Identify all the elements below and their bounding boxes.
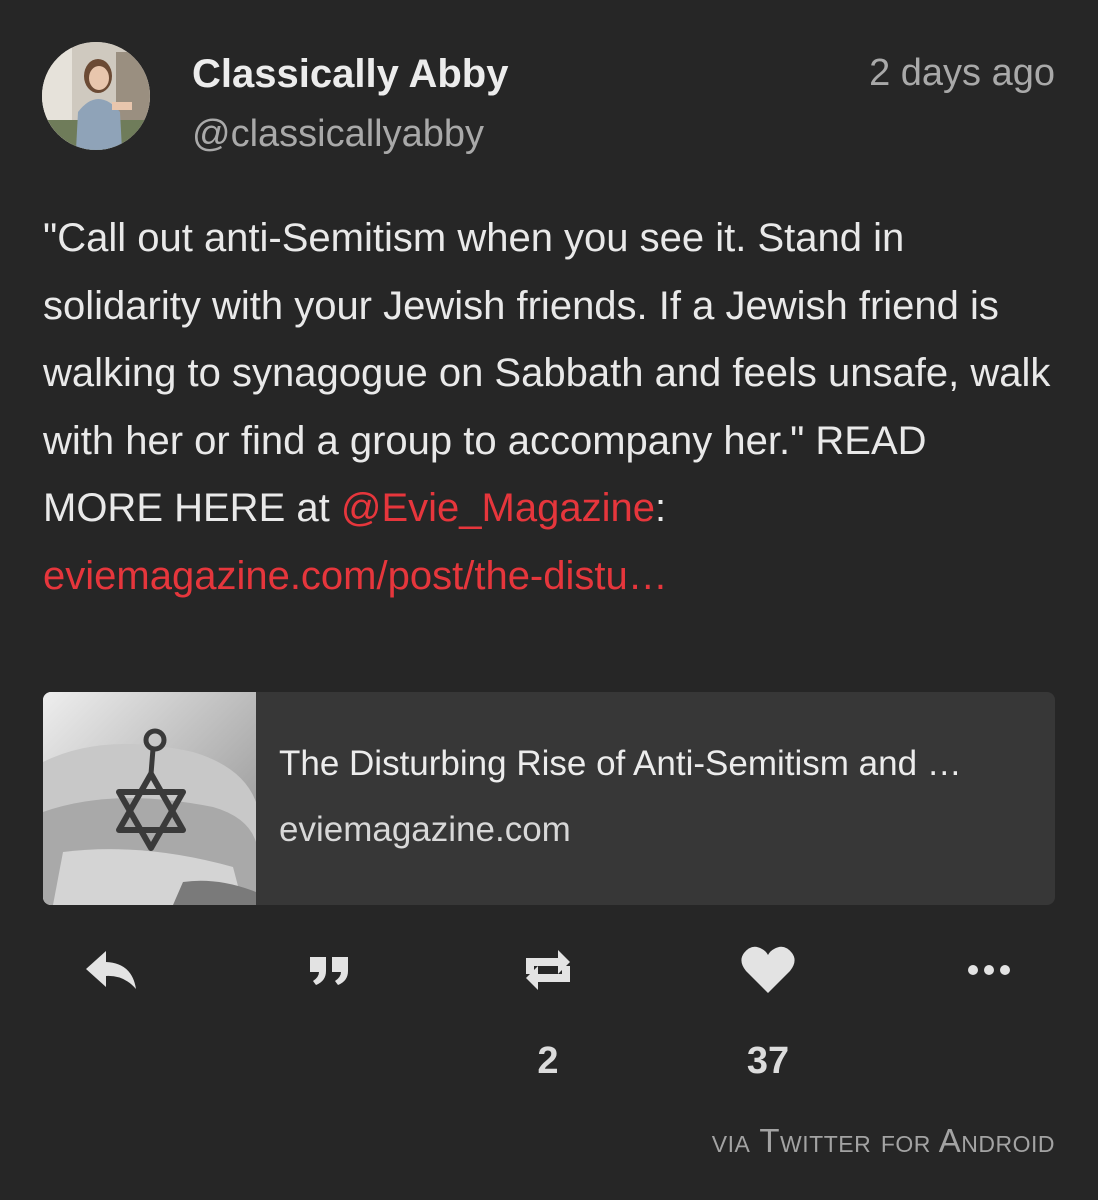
mention-link[interactable]: @Evie_Magazine (341, 486, 655, 530)
like-button[interactable] (728, 935, 808, 1005)
link-preview-card[interactable]: The Disturbing Rise of Anti-Semitism and… (43, 692, 1055, 905)
tweet-card: Classically Abby @classicallyabby 2 days… (0, 0, 1098, 1200)
tweet-source: via Twitter for Android (711, 1122, 1055, 1159)
heart-icon (740, 945, 796, 995)
tweet-text-main: "Call out anti-Semitism when you see it.… (43, 216, 1051, 530)
more-icon (967, 964, 1011, 976)
link-preview-domain: eviemagazine.com (279, 810, 571, 849)
user-handle[interactable]: @classicallyabby (192, 113, 484, 156)
url-link[interactable]: eviemagazine.com/post/the-distu… (43, 554, 668, 598)
quote-button[interactable] (289, 935, 369, 1005)
reply-button[interactable] (71, 935, 151, 1005)
retweet-count: 2 (537, 1040, 559, 1082)
reply-icon (84, 949, 138, 991)
tweet-text-separator: : (654, 486, 667, 530)
more-options-button[interactable] (949, 935, 1029, 1005)
quote-icon (308, 953, 350, 987)
retweet-icon (522, 944, 574, 996)
display-name[interactable]: Classically Abby (192, 52, 508, 97)
link-preview-thumbnail (43, 692, 256, 905)
retweet-button[interactable] (508, 935, 588, 1005)
timestamp[interactable]: 2 days ago (869, 52, 1055, 95)
avatar[interactable] (42, 42, 150, 150)
tweet-text: "Call out anti-Semitism when you see it.… (43, 205, 1053, 610)
like-count: 37 (746, 1040, 790, 1082)
link-preview-title: The Disturbing Rise of Anti-Semitism and… (279, 744, 962, 783)
